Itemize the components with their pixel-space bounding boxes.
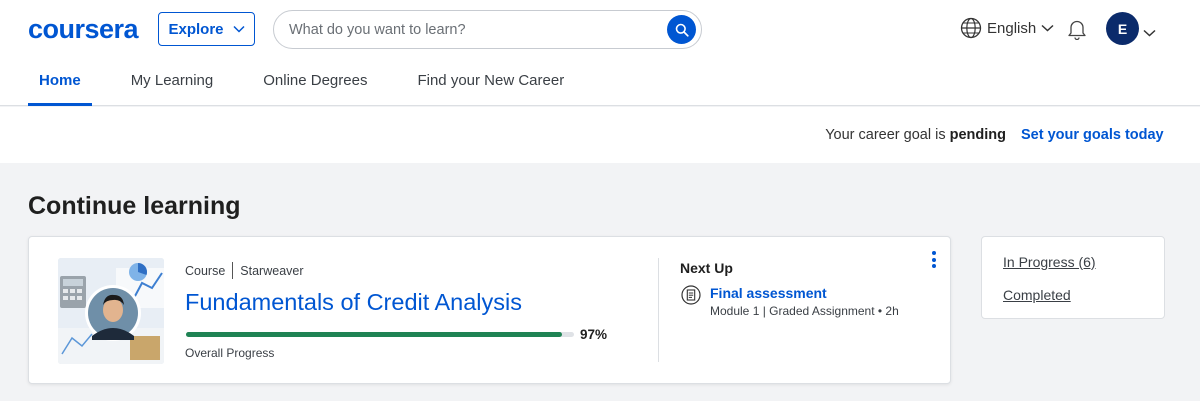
career-goal-status: pending [949, 127, 1006, 143]
career-goal-text: Your career goal is pending [825, 127, 1006, 143]
more-vertical-icon[interactable] [928, 251, 940, 271]
tab-online-degrees[interactable]: Online Degrees [252, 62, 378, 106]
coursera-logo[interactable]: coursera [28, 14, 139, 45]
chevron-down-icon [1041, 24, 1054, 32]
career-goal-bar: Your career goal is pending Set your goa… [0, 107, 1200, 163]
progress-bar-fill [186, 332, 563, 337]
career-goal-prefix: Your career goal is [825, 127, 946, 143]
assignment-item-icon [681, 285, 701, 310]
next-up-heading: Next Up [680, 260, 733, 276]
main-nav: Home My Learning Online Degrees Find you… [28, 62, 603, 106]
language-label: English [987, 19, 1037, 37]
course-thumbnail[interactable] [58, 258, 164, 364]
meta-divider [232, 262, 234, 279]
language-selector[interactable]: English [960, 17, 1054, 39]
course-provider: Starweaver [240, 263, 304, 278]
tab-home[interactable]: Home [28, 62, 92, 106]
tab-find-career[interactable]: Find your New Career [406, 62, 575, 106]
account-menu-toggle[interactable] [1143, 24, 1156, 42]
course-type: Course [185, 263, 226, 278]
top-header: coursera Explore English E Home My Learn… [0, 0, 1200, 106]
set-goals-link[interactable]: Set your goals today [1021, 127, 1164, 143]
continue-learning-heading: Continue learning [28, 192, 241, 220]
completed-link[interactable]: Completed [1003, 287, 1071, 303]
user-avatar[interactable]: E [1106, 12, 1139, 45]
chevron-down-icon [1143, 29, 1156, 37]
search-input[interactable] [289, 19, 659, 41]
search-button[interactable] [667, 15, 696, 44]
course-meta: Course Starweaver [185, 262, 304, 279]
search-bar [273, 10, 702, 49]
document-icon [681, 285, 701, 305]
explore-label: Explore [168, 20, 224, 38]
course-thumbnail-image [58, 258, 164, 364]
learning-status-card: In Progress (6) Completed [981, 236, 1165, 319]
card-divider [658, 258, 659, 362]
search-icon [675, 23, 689, 37]
chevron-down-icon [232, 25, 245, 33]
progress-percent: 97% [580, 327, 608, 342]
globe-icon [960, 17, 982, 39]
next-item-meta: Module 1 | Graded Assignment • 2h [710, 304, 899, 318]
course-card: Course Starweaver Fundamentals of Credit… [28, 236, 951, 384]
bell-icon [1068, 20, 1086, 41]
course-title-link[interactable]: Fundamentals of Credit Analysis [185, 289, 522, 316]
progress-label: Overall Progress [185, 346, 275, 360]
notifications-button[interactable] [1067, 18, 1087, 45]
explore-button[interactable]: Explore [158, 12, 255, 46]
in-progress-link[interactable]: In Progress (6) [1003, 254, 1096, 270]
tab-my-learning[interactable]: My Learning [120, 62, 225, 106]
progress-bar [186, 332, 574, 337]
next-item-link[interactable]: Final assessment [710, 285, 827, 301]
